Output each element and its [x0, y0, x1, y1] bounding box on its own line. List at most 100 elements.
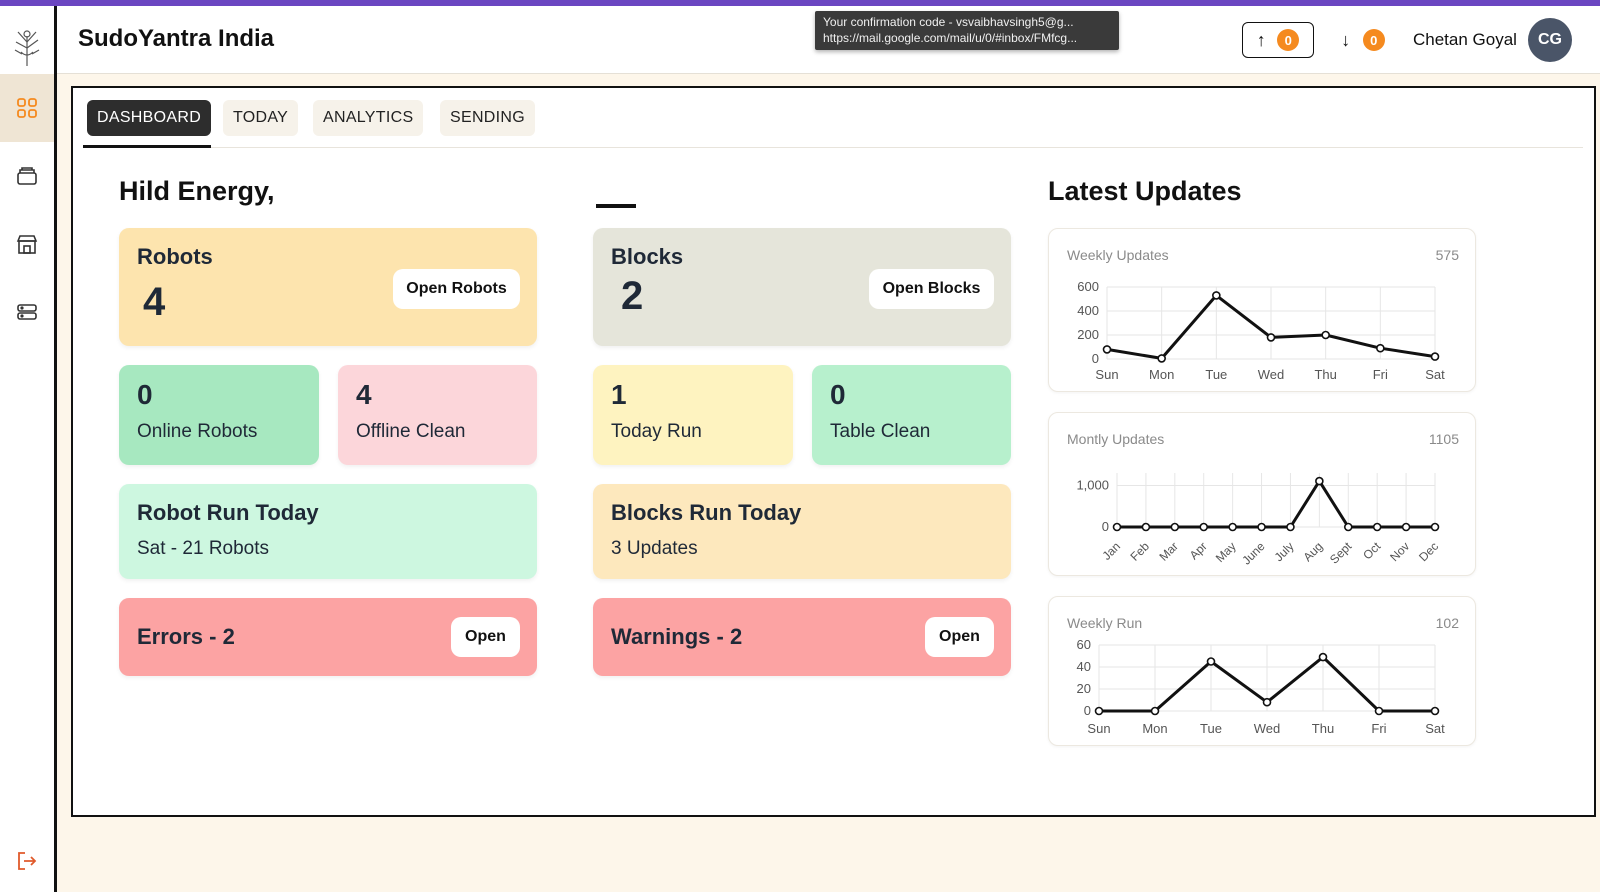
open-warnings-button[interactable]: Open [925, 617, 994, 657]
app-logo-icon[interactable] [10, 22, 44, 70]
arrow-up-icon: ↑ [1256, 29, 1266, 50]
robot-run-today-sub: Sat - 21 Robots [137, 538, 270, 559]
data-point [1430, 352, 1440, 361]
robots-count: 4 [143, 280, 166, 324]
x-tick-label: Oct [1360, 539, 1384, 563]
x-tick-label: Wed [1258, 367, 1285, 382]
table-clean-count: 0 [830, 379, 846, 410]
sidebar-item-store[interactable] [0, 210, 54, 278]
avatar[interactable]: CG [1528, 18, 1572, 62]
brand-title: SudoYantra India [78, 25, 275, 52]
x-tick-label: Fri [1373, 367, 1388, 382]
x-tick-label: May [1213, 539, 1239, 565]
data-point [1150, 706, 1160, 716]
open-blocks-button[interactable]: Open Blocks [869, 269, 994, 309]
weekly-updates-chart: 0 200 400 600 Sun Mon Tue Wed Thu Fri Sat [1077, 279, 1445, 382]
data-point [1401, 522, 1411, 532]
errors-label: Errors - 2 [137, 624, 235, 649]
open-robots-button[interactable]: Open Robots [393, 269, 520, 309]
today-run-card: 1 Today Run [593, 365, 793, 465]
blocks-card: Blocks 2 Open Blocks [593, 228, 1011, 346]
data-point [1170, 522, 1180, 532]
monthly-updates-chart: 0 1,000 Jan Feb Mar Apr May June July Aug Sept Oct N… [1076, 473, 1441, 568]
data-point [1141, 522, 1151, 532]
y-tick-label: 400 [1077, 303, 1099, 318]
x-tick-label: Mon [1149, 367, 1174, 382]
data-point [1343, 522, 1353, 532]
active-tab-underline [83, 145, 211, 148]
x-tick-label: Dec [1416, 539, 1441, 564]
data-point [1262, 697, 1272, 707]
data-point [1430, 706, 1440, 716]
logout-icon[interactable] [16, 850, 38, 872]
main-panel: DASHBOARD TODAY ANALYTICS SENDING Hild E… [71, 86, 1596, 817]
tab-dashboard[interactable]: DASHBOARD [87, 100, 212, 136]
y-tick-label: 0 [1102, 519, 1109, 534]
upload-button[interactable]: ↑ 0 [1242, 22, 1314, 58]
x-tick-label: Sat [1425, 721, 1445, 736]
download-button[interactable]: ↓ 0 [1327, 22, 1399, 58]
y-tick-label: 20 [1077, 681, 1091, 696]
tooltip-line-1: Your confirmation code - vsvaibhavsingh5… [823, 15, 1074, 29]
weekly-updates-chart-card: Weekly Updates 575 0 200 400 600 Sun Mon Tue We… [1048, 228, 1476, 392]
offline-clean-card: 4 Offline Clean [338, 365, 537, 465]
tab-bar: DASHBOARD TODAY ANALYTICS SENDING [83, 100, 1583, 148]
data-point [1266, 333, 1276, 342]
y-tick-label: 60 [1077, 637, 1091, 652]
user-name[interactable]: Chetan Goyal [1413, 30, 1517, 50]
sidebar-item-dashboard[interactable] [0, 74, 54, 142]
x-tick-label: June [1239, 539, 1268, 568]
weekly-run-chart: 0 20 40 60 Sun Mon Tue Wed Thu Fri Sat [1077, 637, 1446, 736]
robot-run-today-card: Robot Run Today Sat - 21 Robots [119, 484, 537, 579]
tab-today[interactable]: TODAY [223, 100, 299, 136]
data-point [1372, 522, 1382, 532]
arrow-down-icon: ↓ [1341, 29, 1351, 50]
x-tick-label: Apr [1187, 539, 1210, 562]
x-tick-label: Aug [1300, 539, 1325, 564]
download-count-badge: 0 [1362, 29, 1385, 51]
y-tick-label: 600 [1077, 279, 1099, 294]
data-point [1112, 522, 1122, 532]
table-clean-card: 0 Table Clean [812, 365, 1011, 465]
x-tick-label: Mar [1156, 539, 1181, 564]
data-point [1286, 522, 1295, 532]
sidebar-item-database[interactable] [0, 278, 54, 346]
x-tick-label: Tue [1205, 367, 1227, 382]
data-point [1430, 522, 1440, 532]
x-tick-label: Nov [1387, 539, 1412, 564]
online-robots-label: Online Robots [137, 421, 258, 442]
x-tick-label: Jan [1100, 539, 1124, 563]
open-errors-button[interactable]: Open [451, 617, 520, 657]
tab-analytics[interactable]: ANALYTICS [313, 100, 424, 136]
store-icon [16, 235, 38, 254]
data-point [1206, 657, 1216, 666]
blocks-run-today-label: Blocks Run Today [611, 500, 802, 525]
warnings-label: Warnings - 2 [611, 624, 743, 649]
header: SudoYantra India Your confirmation code … [57, 6, 1600, 74]
x-tick-label: Sept [1327, 539, 1355, 567]
data-point [1318, 652, 1328, 662]
tab-sending[interactable]: SENDING [440, 100, 535, 136]
x-tick-label: Sun [1087, 721, 1110, 736]
data-point [1102, 345, 1112, 354]
data-point [1212, 291, 1221, 300]
data-point [1376, 343, 1385, 353]
latest-updates-heading: Latest Updates [1048, 176, 1242, 206]
weekly-run-chart-card: Weekly Run 102 0 20 40 60 Sun Mon Tue Wed Thu Fri… [1048, 596, 1476, 746]
table-clean-label: Table Clean [830, 421, 931, 442]
tooltip-line-2: https://mail.google.com/mail/u/0/#inbox/… [823, 31, 1078, 45]
today-run-count: 1 [611, 379, 627, 410]
today-run-label: Today Run [611, 421, 702, 442]
y-tick-label: 40 [1077, 659, 1091, 674]
data-point [1257, 522, 1266, 532]
heading-placeholder-line [596, 204, 636, 208]
x-tick-label: Sat [1425, 367, 1445, 382]
data-point [1315, 476, 1324, 486]
x-tick-label: Mon [1142, 721, 1167, 736]
sidebar [0, 6, 57, 892]
data-point [1094, 706, 1104, 716]
data-point [1374, 706, 1384, 716]
monthly-updates-chart-card: Montly Updates 1105 0 1,000 Jan Feb Mar Apr Ma… [1048, 412, 1476, 576]
layers-icon [17, 167, 37, 185]
sidebar-item-layers[interactable] [0, 142, 54, 210]
